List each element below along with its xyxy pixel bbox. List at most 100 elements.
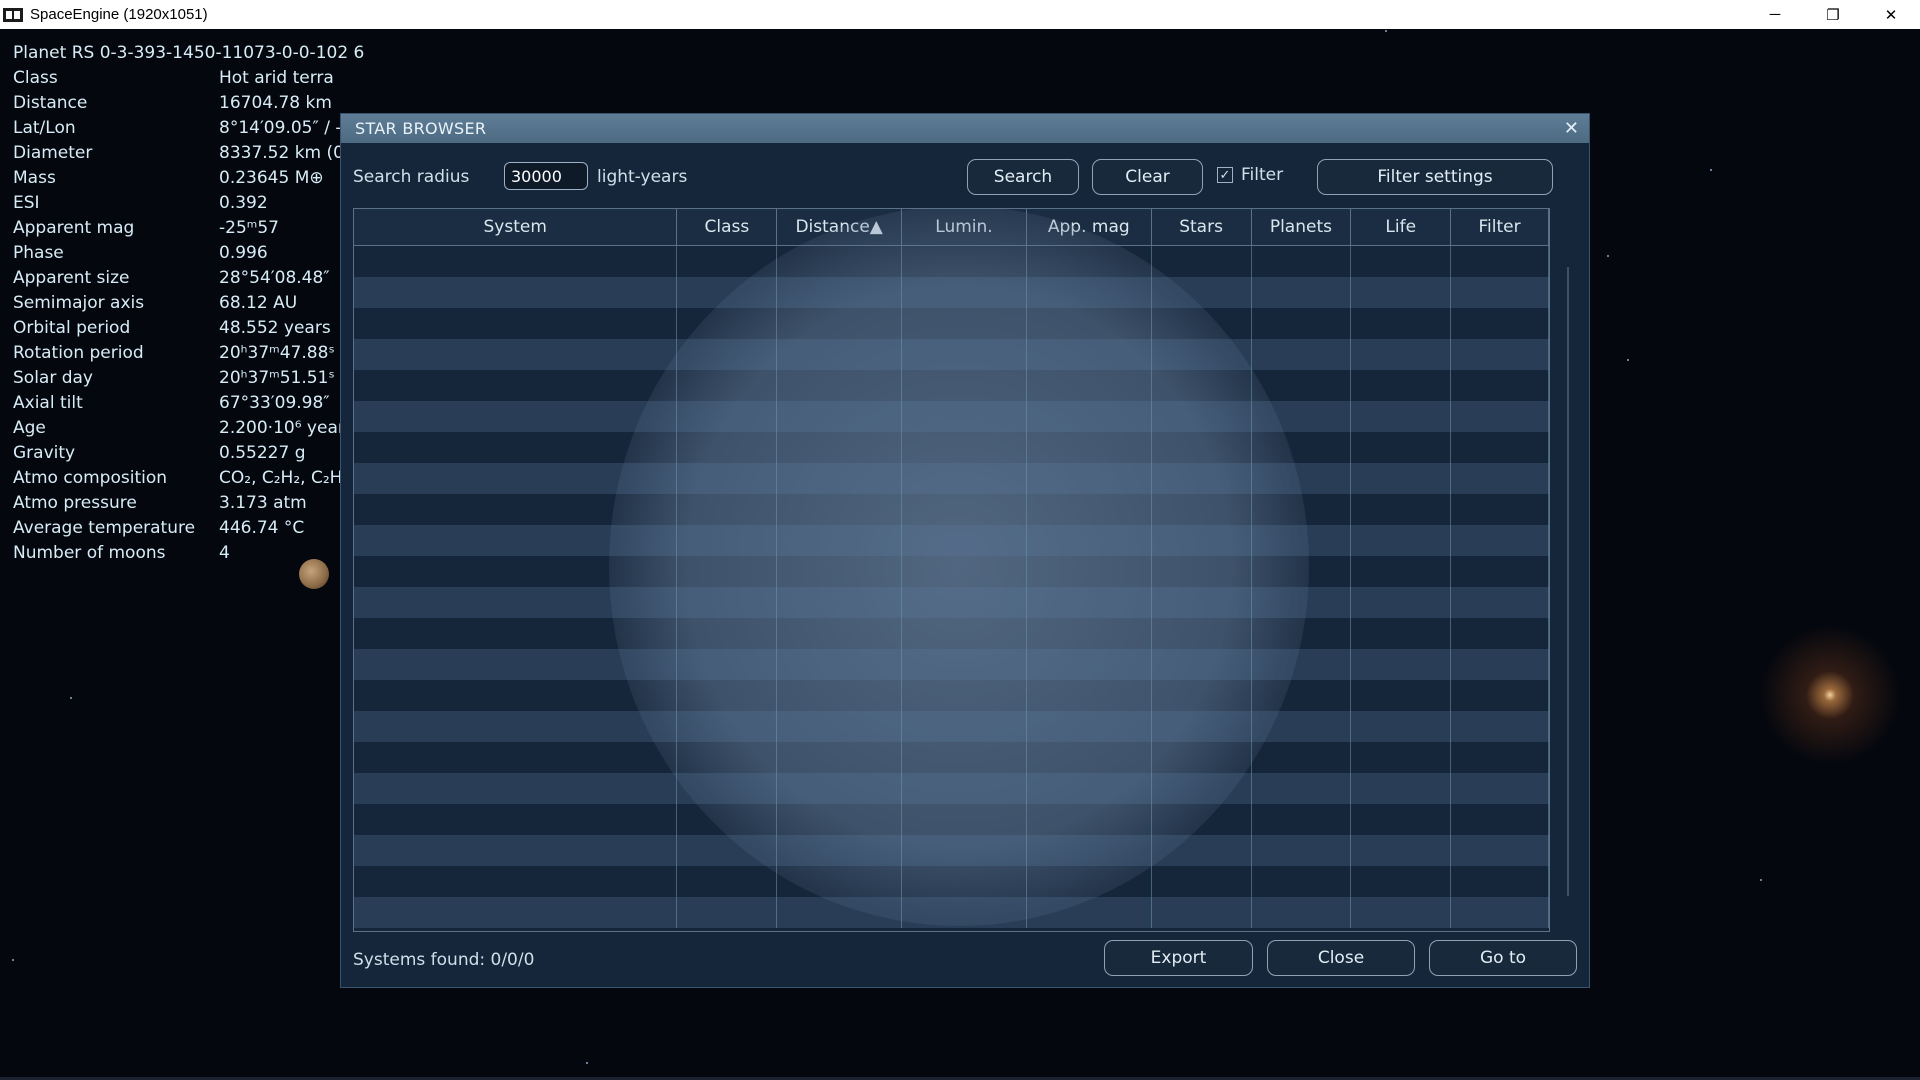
column-header[interactable]: System — [354, 209, 678, 245]
column-header[interactable]: Life — [1351, 209, 1452, 245]
clear-button[interactable]: Clear — [1092, 159, 1203, 195]
column-header[interactable]: Stars — [1152, 209, 1252, 245]
table-row[interactable] — [354, 432, 1549, 463]
table-row[interactable] — [354, 556, 1549, 587]
table-cell — [1252, 773, 1352, 804]
info-value: 20ʰ37ᵐ47.88ˢ — [219, 343, 335, 363]
table-cell — [1027, 432, 1152, 463]
table-cell — [1351, 680, 1452, 711]
search-button[interactable]: Search — [967, 159, 1079, 195]
table-cell — [677, 835, 778, 866]
table-row[interactable] — [354, 897, 1549, 928]
table-body[interactable] — [354, 209, 1549, 931]
column-header[interactable]: Filter — [1451, 209, 1549, 245]
info-label: Diameter — [13, 143, 93, 163]
table-cell — [777, 401, 903, 432]
column-header[interactable]: App. mag — [1027, 209, 1152, 245]
info-row: Number of moons 4 — [13, 543, 364, 568]
info-value: 4 — [219, 543, 230, 563]
column-header[interactable]: Distance▲ — [777, 209, 903, 245]
table-cell — [1252, 742, 1352, 773]
info-label: Apparent mag — [13, 218, 135, 238]
table-row[interactable] — [354, 773, 1549, 804]
table-cell — [1351, 742, 1452, 773]
table-cell — [777, 804, 903, 835]
table-cell — [1252, 432, 1352, 463]
table-cell — [1152, 835, 1252, 866]
table-row[interactable] — [354, 463, 1549, 494]
filter-checkbox[interactable]: ✓ — [1217, 167, 1233, 183]
table-row[interactable] — [354, 804, 1549, 835]
column-header[interactable]: Class — [677, 209, 778, 245]
table-cell — [1027, 804, 1152, 835]
table-cell — [677, 401, 778, 432]
table-row[interactable] — [354, 680, 1549, 711]
filter-settings-button[interactable]: Filter settings — [1317, 159, 1553, 195]
table-cell — [1027, 742, 1152, 773]
table-row[interactable] — [354, 742, 1549, 773]
units-label: light-years — [597, 167, 688, 187]
column-header[interactable]: Planets — [1252, 209, 1352, 245]
minimize-button[interactable]: ─ — [1746, 0, 1804, 29]
table-cell — [777, 680, 903, 711]
table-cell — [1451, 711, 1549, 742]
table-cell — [1351, 308, 1452, 339]
table-cell — [1252, 401, 1352, 432]
star-browser-dialog: STAR BROWSER ✕ Search radius light-years… — [340, 113, 1590, 988]
table-cell — [677, 308, 778, 339]
table-row[interactable] — [354, 339, 1549, 370]
search-radius-input[interactable] — [504, 162, 588, 190]
close-icon[interactable]: ✕ — [1564, 118, 1579, 139]
table-cell — [1152, 680, 1252, 711]
column-header[interactable]: Lumin. — [902, 209, 1027, 245]
table-cell — [902, 897, 1027, 928]
table-row[interactable] — [354, 494, 1549, 525]
table-row[interactable] — [354, 835, 1549, 866]
table-cell — [1152, 587, 1252, 618]
info-row: Atmo pressure 3.173 atm — [13, 493, 364, 518]
table-cell — [902, 277, 1027, 308]
table-cell — [1351, 556, 1452, 587]
info-row: Average temperature 446.74 °C — [13, 518, 364, 543]
table-cell — [1252, 277, 1352, 308]
close-window-button[interactable]: ✕ — [1862, 0, 1920, 29]
info-label: Axial tilt — [13, 393, 83, 413]
table-cell — [1152, 742, 1252, 773]
info-row: Mass 0.23645 M⊕ — [13, 168, 364, 193]
table-row[interactable] — [354, 525, 1549, 556]
maximize-button[interactable]: ❐ — [1804, 0, 1862, 29]
table-cell — [902, 494, 1027, 525]
table-row[interactable] — [354, 308, 1549, 339]
table-cell — [354, 618, 678, 649]
filter-label: Filter — [1241, 165, 1284, 185]
table-cell — [1152, 804, 1252, 835]
table-row[interactable] — [354, 246, 1549, 277]
table-cell — [1152, 370, 1252, 401]
star — [586, 1062, 588, 1064]
table-row[interactable] — [354, 370, 1549, 401]
dialog-header[interactable]: STAR BROWSER ✕ — [341, 114, 1589, 143]
export-button[interactable]: Export — [1104, 940, 1253, 976]
table-cell — [1252, 463, 1352, 494]
goto-button[interactable]: Go to — [1429, 940, 1577, 976]
table-cell — [1451, 587, 1549, 618]
close-button[interactable]: Close — [1267, 940, 1415, 976]
table-cell — [902, 680, 1027, 711]
table-cell — [1027, 246, 1152, 277]
table-cell — [1252, 370, 1352, 401]
table-row[interactable] — [354, 618, 1549, 649]
table-cell — [354, 370, 678, 401]
table-cell — [354, 742, 678, 773]
table-cell — [1027, 866, 1152, 897]
table-row[interactable] — [354, 277, 1549, 308]
table-cell — [1351, 804, 1452, 835]
table-row[interactable] — [354, 649, 1549, 680]
table-row[interactable] — [354, 587, 1549, 618]
table-row[interactable] — [354, 866, 1549, 897]
star — [1607, 255, 1609, 257]
table-row[interactable] — [354, 401, 1549, 432]
info-value: 0.996 — [219, 243, 268, 263]
table-scrollbar[interactable] — [1567, 267, 1569, 896]
table-cell — [1027, 587, 1152, 618]
table-row[interactable] — [354, 711, 1549, 742]
